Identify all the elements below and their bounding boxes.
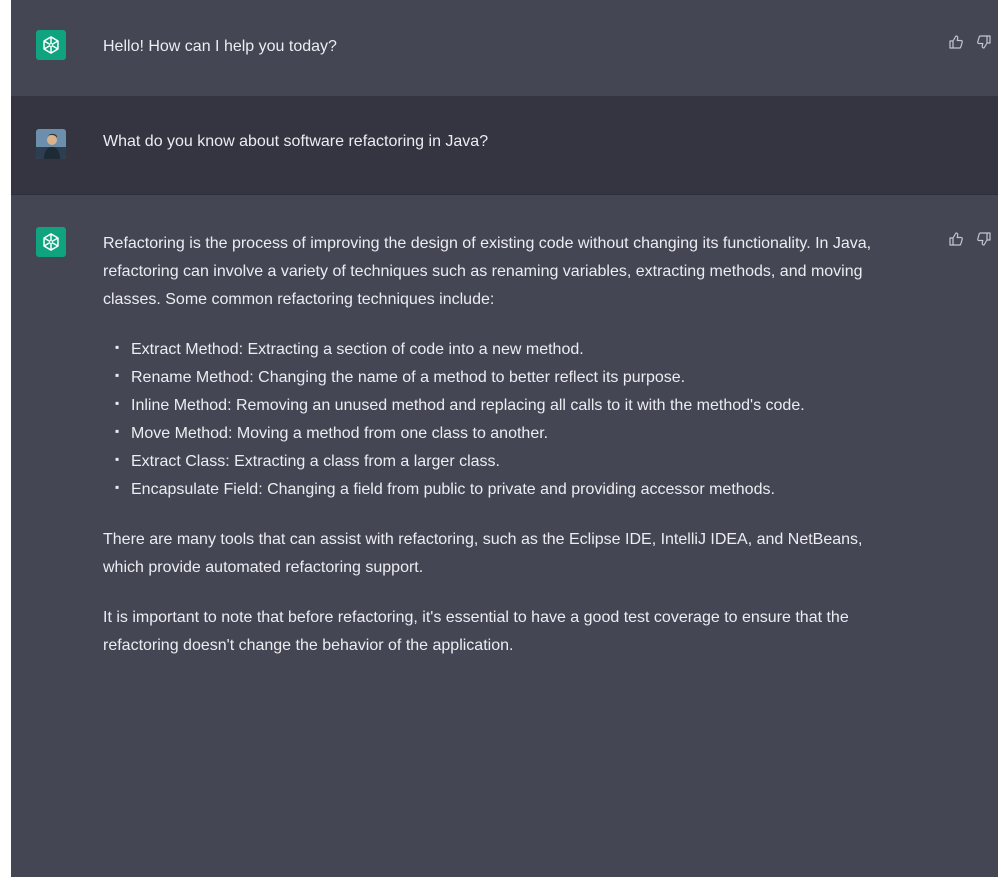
answer-body: Refactoring is the process of improving …: [103, 230, 893, 682]
feedback-actions: [948, 34, 992, 50]
assistant-message-answer: Refactoring is the process of improving …: [11, 195, 998, 877]
answer-intro: Refactoring is the process of improving …: [103, 235, 872, 308]
thumbs-up-icon[interactable]: [948, 231, 964, 247]
answer-note: It is important to note that before refa…: [103, 609, 849, 654]
thumbs-down-icon[interactable]: [976, 34, 992, 50]
message-text: Hello! How can I help you today?: [103, 38, 337, 55]
list-item: ▪ Move Method: Moving a method from one c…: [115, 424, 549, 442]
thumbs-down-icon[interactable]: [976, 231, 992, 247]
message-text: What do you know about software refactor…: [103, 133, 489, 150]
assistant-message-greeting: Hello! How can I help you today?: [11, 0, 998, 96]
answer-tools: There are many tools that can assist wit…: [103, 531, 863, 576]
openai-logo-icon: [36, 227, 66, 257]
list-item: ▪ Rename Method: Changing the name of a m…: [115, 368, 686, 386]
list-item: ▪ Inline Method: Removing an unused metho…: [115, 396, 805, 414]
list-item: ▪ Extract Class: Extracting a class from …: [115, 452, 500, 470]
list-item: ▪ Encapsulate Field: Changing a field fro…: [115, 480, 775, 498]
chat-thread: Hello! How can I help you today? What do…: [11, 0, 998, 877]
feedback-actions: [948, 231, 992, 247]
user-message: What do you know about software refactor…: [11, 96, 998, 195]
technique-list: ▪ Extract Method: Extracting a section of…: [103, 336, 893, 504]
user-avatar: [36, 129, 66, 159]
list-item: ▪ Extract Method: Extracting a section of…: [115, 340, 584, 358]
openai-logo-icon: [36, 30, 66, 60]
thumbs-up-icon[interactable]: [948, 34, 964, 50]
